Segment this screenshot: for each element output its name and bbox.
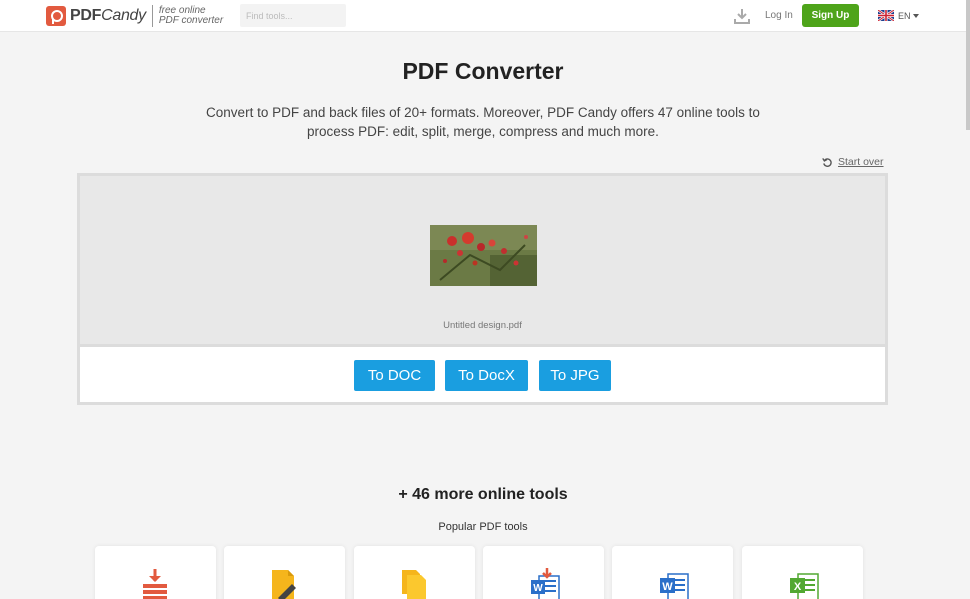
search-input[interactable] xyxy=(240,4,346,27)
more-tools-heading: + 46 more online tools xyxy=(398,486,568,503)
word-to-pdf-icon: W xyxy=(531,568,560,599)
edit-pdf-icon xyxy=(272,570,296,599)
pdf-to-word-icon: W xyxy=(660,573,689,599)
tool-card-word-to-pdf[interactable]: W xyxy=(483,546,604,599)
uk-flag-icon xyxy=(878,10,894,21)
pdfcandy-logo[interactable]: PDFCandy free online PDF converter xyxy=(46,5,223,27)
candy-logo-icon xyxy=(46,6,66,26)
compress-pdf-icon xyxy=(143,569,167,599)
chevron-down-icon xyxy=(912,13,919,18)
svg-text:X: X xyxy=(794,581,802,593)
popular-tools-heading: Popular PDF tools xyxy=(438,521,528,533)
copy-pdf-icon xyxy=(402,570,426,599)
file-drop-area[interactable]: Untitled design.pdf xyxy=(80,176,885,347)
language-selector[interactable]: EN xyxy=(878,10,919,21)
page-scrollbar[interactable] xyxy=(966,0,970,130)
to-jpg-button[interactable]: To JPG xyxy=(539,360,611,391)
file-name-label: Untitled design.pdf xyxy=(443,320,522,331)
start-over-label: Start over xyxy=(838,156,884,168)
language-code: EN xyxy=(898,10,911,21)
logo-brand-italic: Candy xyxy=(101,7,146,24)
refresh-icon xyxy=(822,157,832,167)
svg-text:W: W xyxy=(662,581,673,593)
flower-thumbnail-image xyxy=(430,225,537,286)
start-over-link[interactable]: Start over xyxy=(822,156,884,168)
pdf-to-excel-icon: X xyxy=(790,573,819,599)
tool-card-copy[interactable] xyxy=(354,546,475,599)
logo-brand: PDF xyxy=(70,7,102,24)
login-link[interactable]: Log In xyxy=(765,10,793,21)
download-icon[interactable] xyxy=(734,8,750,24)
page-title: PDF Converter xyxy=(402,58,564,84)
page-subtitle: Convert to PDF and back files of 20+ for… xyxy=(206,105,760,139)
convert-buttons-bar: To DOC To DocX To JPG xyxy=(80,350,885,402)
to-doc-button[interactable]: To DOC xyxy=(354,360,435,391)
tool-card-compress[interactable] xyxy=(95,546,216,599)
converter-panel: Untitled design.pdf To DOC To DocX To JP… xyxy=(77,173,888,405)
tool-card-edit[interactable] xyxy=(224,546,345,599)
tool-card-pdf-to-excel[interactable]: X xyxy=(742,546,863,599)
svg-text:W: W xyxy=(533,583,543,594)
logo-divider xyxy=(151,5,153,27)
tagline-line2: PDF converter xyxy=(158,15,224,26)
file-thumbnail[interactable] xyxy=(430,225,537,286)
logo-text: PDFCandy xyxy=(70,7,146,25)
tool-card-pdf-to-word[interactable]: W xyxy=(612,546,733,599)
to-docx-button[interactable]: To DocX xyxy=(445,360,528,391)
logo-tagline: free online PDF converter xyxy=(159,6,223,26)
signup-button[interactable]: Sign Up xyxy=(802,4,859,27)
top-navbar: PDFCandy free online PDF converter Log I… xyxy=(0,0,970,32)
